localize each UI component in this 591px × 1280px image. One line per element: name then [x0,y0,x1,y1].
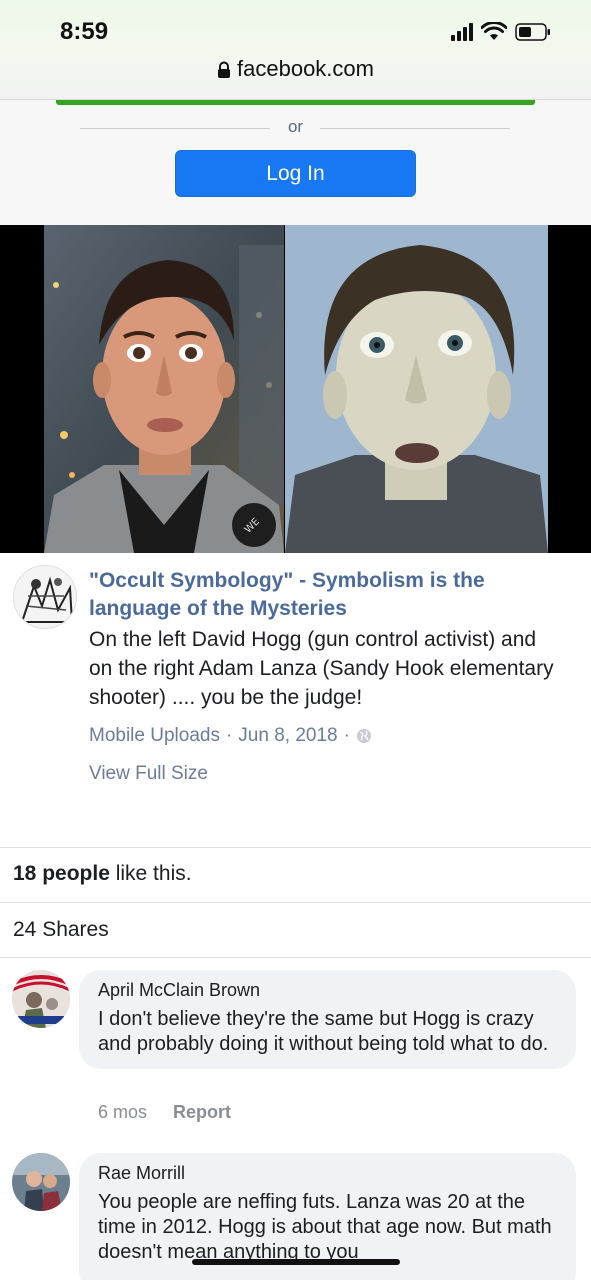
create-account-button-edge[interactable] [56,100,535,105]
post-photo[interactable]: WE [0,225,591,553]
post-date[interactable]: Jun 8, 2018 [238,725,337,747]
home-indicator[interactable] [192,1259,400,1265]
likes-suffix: like this. [109,862,192,885]
page-avatar[interactable] [13,565,77,629]
comment-actions: 6 mos Report [98,1102,231,1123]
post-caption: On the left David Hogg (gun control acti… [89,628,554,709]
battery-icon [515,23,550,41]
view-full-size-link[interactable]: View Full Size [89,763,208,785]
comment-text: I don't believe they're the same but Hog… [98,1008,549,1055]
report-button[interactable]: Report [173,1102,231,1123]
post-meta: Mobile Uploads · Jun 8, 2018 · [89,725,372,747]
divider [0,902,591,903]
likes-summary[interactable]: 18 people like this. [13,862,192,886]
login-prompt: or Log In [0,100,591,225]
globe-icon [356,729,371,743]
album-link[interactable]: Mobile Uploads [89,725,220,747]
comment-age[interactable]: 6 mos [98,1102,147,1123]
likes-count: 18 people [13,862,110,885]
url-text: facebook.com [237,56,374,81]
meta-separator-2: · [343,725,350,746]
commenter-avatar[interactable] [12,1153,70,1211]
cellular-signal-icon [451,23,473,41]
commenter-name[interactable]: Rae Morrill [98,1163,558,1184]
photo-right-portrait [285,225,548,553]
browser-chrome: 8:59 facebook.com [0,0,591,100]
url-bar[interactable]: facebook.com [0,56,591,82]
comment-bubble: April McClain Brown I don't believe they… [79,970,576,1069]
wifi-icon [481,22,507,40]
shares-count[interactable]: 24 Shares [13,918,109,942]
status-time: 8:59 [60,18,109,45]
comment-text: You people are neffing futs. Lanza was 2… [98,1191,552,1263]
commenter-avatar[interactable] [12,970,70,1028]
lock-icon [218,61,231,79]
or-label: or [287,117,304,136]
status-icons [451,22,551,42]
divider [0,847,591,848]
log-in-button[interactable]: Log In [175,150,416,197]
commenter-name[interactable]: April McClain Brown [98,980,558,1001]
divider [0,957,591,958]
photo-left-portrait: WE [44,225,284,553]
page-name-link[interactable]: "Occult Symbology" - Symbolism is the la… [89,567,539,623]
meta-separator-1: · [225,725,233,746]
